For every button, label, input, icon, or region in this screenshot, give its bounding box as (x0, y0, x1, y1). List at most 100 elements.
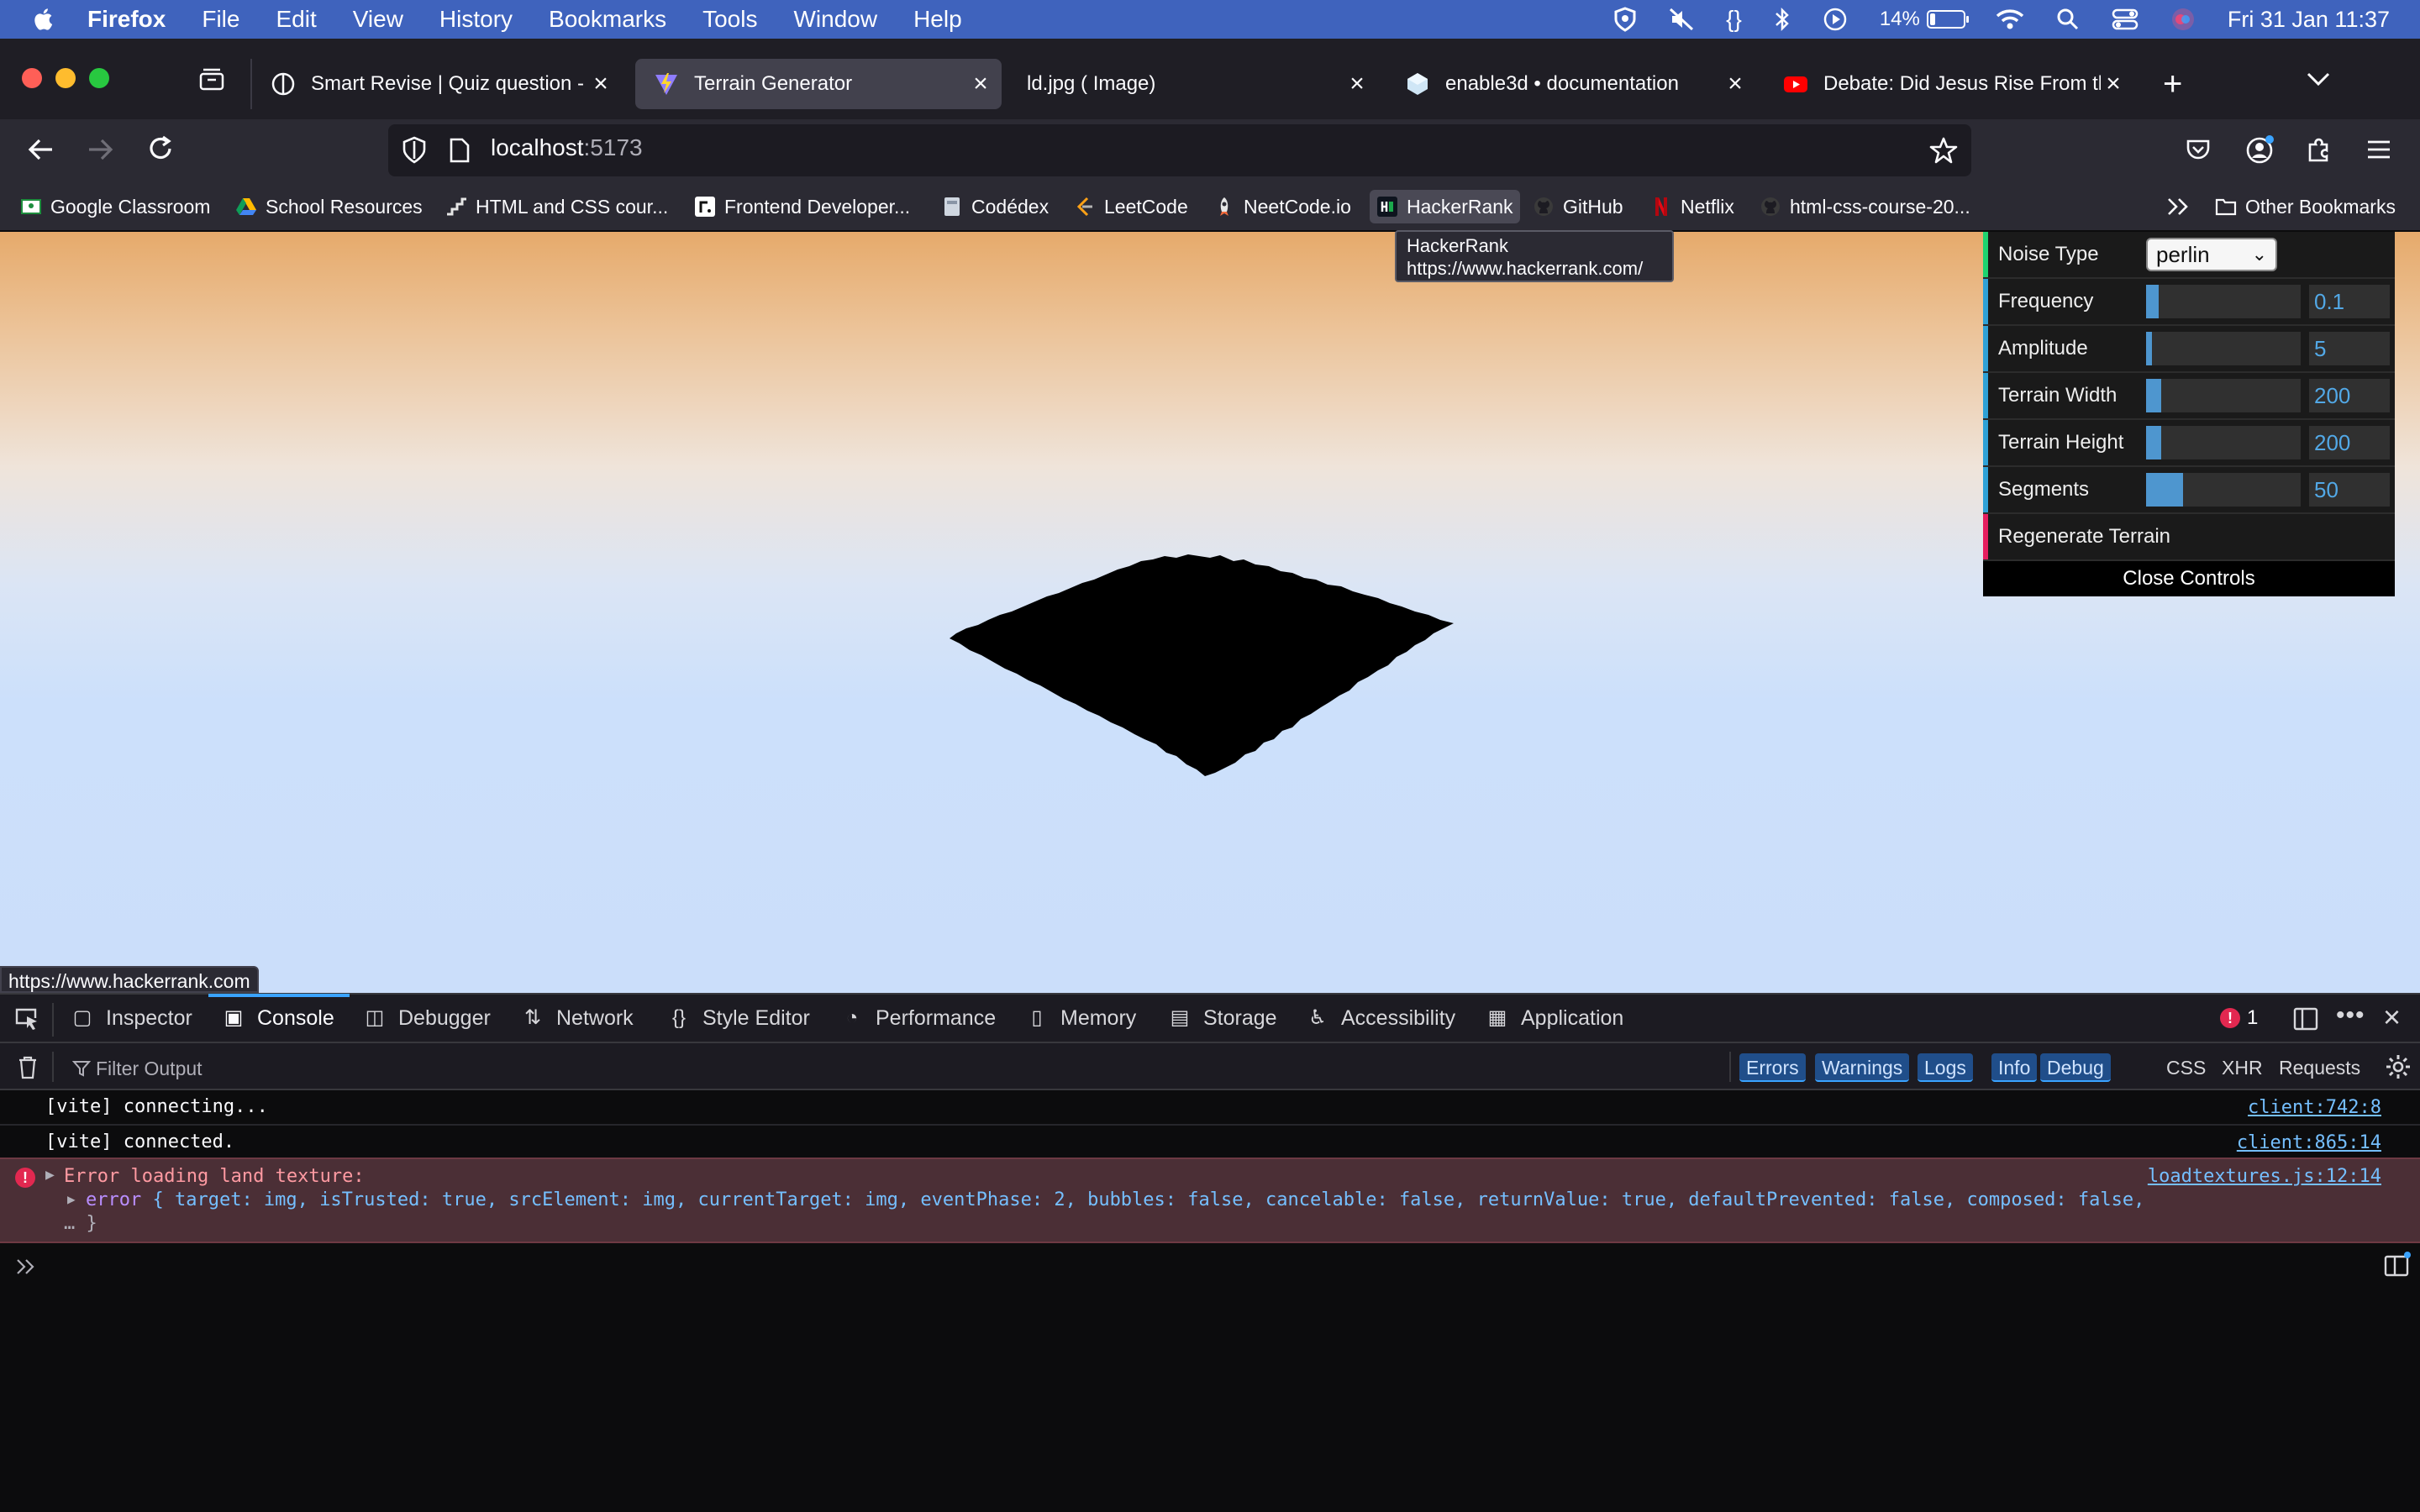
console-input[interactable] (50, 1250, 2353, 1284)
menu-history[interactable]: History (439, 6, 513, 33)
error-count-badge[interactable]: ! 1 (2220, 1006, 2258, 1030)
close-tab-icon[interactable]: × (588, 70, 613, 98)
extensions-puzzle-icon[interactable] (2306, 136, 2333, 163)
devtools-tab-storage[interactable]: ▤ Storage (1168, 996, 1277, 1040)
pocket-icon[interactable] (2185, 136, 2212, 163)
tab-enable3d[interactable]: enable3d • documentation × (1386, 59, 1756, 109)
url-text[interactable]: localhost:5173 (491, 134, 643, 161)
filter-output-input[interactable]: Filter Output (72, 1055, 1719, 1082)
braces-icon[interactable]: {} (1726, 6, 1742, 33)
new-tab-button[interactable]: + (2163, 59, 2182, 109)
back-arrow-icon[interactable] (27, 136, 55, 163)
devtools-tab-console[interactable]: ▣ Console (222, 996, 334, 1040)
page-info-icon[interactable] (449, 138, 471, 163)
filter-errors[interactable]: Errors (1739, 1053, 1806, 1082)
bookmark-netflix[interactable]: Netflix (1650, 190, 1734, 223)
dock-side-icon[interactable] (2292, 1006, 2319, 1032)
noise-type-select[interactable]: perlin ⌄ (2146, 238, 2277, 271)
error-source-link[interactable]: loadtextures.js:12:14 (2148, 1166, 2381, 1187)
bookmark-leetcode[interactable]: LeetCode (1074, 190, 1188, 223)
element-picker-icon[interactable] (13, 1006, 40, 1032)
filter-logs[interactable]: Logs (1918, 1053, 1973, 1082)
wifi-icon[interactable] (1996, 8, 2024, 30)
clock[interactable]: Fri 31 Jan 11:37 (2228, 7, 2390, 33)
vpn-shield-icon[interactable] (1613, 7, 1637, 32)
devtools-tab-application[interactable]: ▦ Application (1486, 996, 1624, 1040)
close-controls-button[interactable]: Close Controls (1983, 561, 2395, 596)
hamburger-menu-icon[interactable] (2366, 139, 2391, 160)
control-slider[interactable] (2146, 473, 2301, 507)
firefox-view-icon[interactable] (198, 67, 225, 92)
expand-triangle-icon[interactable]: ▶ (45, 1166, 55, 1184)
devtools-tab-memory[interactable]: ▯ Memory (1025, 996, 1136, 1040)
close-tab-icon[interactable]: × (1344, 70, 1370, 98)
tracking-protection-shield-icon[interactable] (402, 136, 427, 165)
control-slider[interactable] (2146, 332, 2301, 365)
menu-file[interactable]: File (202, 6, 239, 33)
other-bookmarks[interactable]: Other Bookmarks (2215, 190, 2396, 223)
play-circle-icon[interactable] (1823, 7, 1848, 32)
menu-bookmarks[interactable]: Bookmarks (549, 6, 666, 33)
filter-css[interactable]: CSS (2160, 1053, 2212, 1082)
bookmark-neetcode[interactable]: NeetCode.io (1213, 190, 1351, 223)
control-value-input[interactable]: 200 (2309, 379, 2390, 412)
close-tab-icon[interactable]: × (968, 70, 993, 98)
forward-arrow-icon[interactable] (86, 136, 114, 163)
tab-ld-image[interactable]: ld.jpg ( Image) × (1008, 59, 1378, 109)
window-close-button[interactable] (22, 68, 42, 88)
menu-tools[interactable]: Tools (702, 6, 757, 33)
control-slider[interactable] (2146, 426, 2301, 459)
bookmark-star-icon[interactable] (1929, 136, 1958, 165)
filter-xhr[interactable]: XHR (2215, 1053, 2270, 1082)
bluetooth-icon[interactable] (1774, 7, 1791, 32)
filter-debug[interactable]: Debug (2040, 1053, 2111, 1082)
battery-indicator[interactable]: 14% (1880, 8, 1969, 31)
close-tab-icon[interactable]: × (2101, 70, 2126, 98)
filter-info[interactable]: Info (1991, 1053, 2038, 1082)
bookmark-frontend-developer[interactable]: Frontend Developer... (694, 190, 910, 223)
filter-requests[interactable]: Requests (2272, 1053, 2367, 1082)
menu-edit[interactable]: Edit (276, 6, 316, 33)
control-slider[interactable] (2146, 379, 2301, 412)
control-value-input[interactable]: 5 (2309, 332, 2390, 365)
list-all-tabs-chevron-icon[interactable] (2306, 71, 2331, 87)
log-source-link[interactable]: client:865:14 (2237, 1132, 2381, 1153)
more-bookmarks-chevron-icon[interactable] (2166, 197, 2191, 217)
devtools-tab-performance[interactable]: ◔ Performance (840, 996, 996, 1040)
window-zoom-button[interactable] (89, 68, 109, 88)
console-settings-gear-icon[interactable] (2385, 1053, 2412, 1080)
control-value-input[interactable]: 50 (2309, 473, 2390, 507)
editor-mode-toggle-icon[interactable] (2383, 1250, 2412, 1278)
control-value-input[interactable]: 0.1 (2309, 285, 2390, 318)
expand-triangle-icon[interactable]: ▶ (67, 1191, 76, 1207)
spotlight-search-icon[interactable] (2056, 8, 2080, 31)
menu-window[interactable]: Window (793, 6, 877, 33)
devtools-tab-accessibility[interactable]: ♿ Accessibility (1306, 996, 1455, 1040)
account-icon[interactable] (2245, 134, 2275, 165)
devtools-tab-debugger[interactable]: ◫ Debugger (363, 996, 491, 1040)
tab-smart-revise[interactable]: Smart Revise | Quiz question - H × (252, 59, 622, 109)
control-slider[interactable] (2146, 285, 2301, 318)
filter-warnings[interactable]: Warnings (1815, 1053, 1910, 1082)
regenerate-terrain-button[interactable]: Regenerate Terrain (1983, 514, 2395, 561)
tab-youtube-debate[interactable]: Debate: Did Jesus Rise From the × (1765, 59, 2134, 109)
control-value-input[interactable]: 200 (2309, 426, 2390, 459)
bookmark-html-css-course-20[interactable]: html-css-course-20... (1760, 190, 1970, 223)
siri-icon[interactable] (2170, 7, 2196, 32)
bookmark-html-css-course[interactable]: HTML and CSS cour... (445, 190, 668, 223)
tab-terrain-generator[interactable]: Terrain Generator × (635, 59, 1002, 109)
menu-view[interactable]: View (353, 6, 403, 33)
menu-firefox[interactable]: Firefox (87, 6, 166, 33)
close-devtools-icon[interactable]: × (2383, 1000, 2401, 1035)
bookmark-google-classroom[interactable]: Google Classroom (20, 190, 210, 223)
devtools-tab-network[interactable]: ⇅ Network (521, 996, 634, 1040)
more-options-icon[interactable]: ••• (2336, 1001, 2365, 1030)
bookmark-school-resources[interactable]: School Resources (235, 190, 423, 223)
menu-help[interactable]: Help (913, 6, 962, 33)
reload-icon[interactable] (146, 134, 175, 163)
close-tab-icon[interactable]: × (1723, 70, 1748, 98)
devtools-tab-style-editor[interactable]: {} Style Editor (667, 996, 810, 1040)
devtools-tab-inspector[interactable]: ▢ Inspector (71, 996, 192, 1040)
bookmark-codedex[interactable]: Codédex (941, 190, 1049, 223)
control-center-icon[interactable] (2112, 8, 2139, 31)
